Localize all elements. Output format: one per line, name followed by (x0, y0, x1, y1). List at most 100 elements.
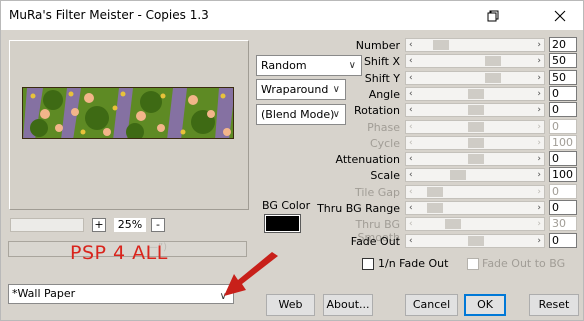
slider-label: Angle (368, 88, 400, 101)
chevron-right-icon[interactable]: › (537, 169, 541, 181)
restore-icon[interactable] (470, 1, 516, 31)
chevron-right-icon[interactable]: › (537, 153, 541, 165)
slider-thumb[interactable] (433, 40, 449, 50)
zoom-spacer (10, 218, 84, 232)
web-button[interactable]: Web (266, 294, 315, 316)
slider-track[interactable]: ‹ › (405, 152, 545, 166)
chevron-right-icon[interactable]: › (537, 72, 541, 84)
chevron-left-icon[interactable]: ‹ (409, 153, 413, 165)
slider-thumb[interactable] (485, 73, 501, 83)
slider-value-input[interactable]: 0 (549, 200, 577, 215)
slider-label: Tile Gap (354, 186, 400, 199)
chevron-left-icon[interactable]: ‹ (409, 55, 413, 67)
slider-thumb[interactable] (427, 187, 443, 197)
slider-thumb[interactable] (468, 105, 484, 115)
chevron-right-icon[interactable]: › (537, 137, 541, 149)
slider-value-input[interactable]: 100 (549, 167, 577, 182)
watermark-text: PSP 4 ALL (70, 242, 168, 264)
slider-label: Rotation (353, 104, 400, 117)
slider-thumb[interactable] (485, 56, 501, 66)
fade-bg-label: Fade Out to BG (482, 257, 566, 270)
slider-track[interactable]: ‹ › (405, 217, 545, 231)
chevron-right-icon[interactable]: › (537, 218, 541, 230)
zoom-level: 25% (114, 218, 146, 232)
slider-label: Attenuation (335, 153, 400, 166)
chevron-left-icon[interactable]: ‹ (409, 218, 413, 230)
slider-thumb[interactable] (445, 219, 461, 229)
slider-track[interactable]: ‹ › (405, 103, 545, 117)
slider-track[interactable]: ‹ › (405, 87, 545, 101)
slider-label: Shift X (363, 55, 400, 68)
slider-thumb[interactable] (468, 154, 484, 164)
slider-label: Fade Out (350, 235, 400, 248)
close-icon[interactable] (537, 1, 583, 31)
chevron-right-icon[interactable]: › (537, 186, 541, 198)
slider-thumb[interactable] (468, 89, 484, 99)
zoom-out-button[interactable]: - (151, 218, 165, 232)
chevron-left-icon[interactable]: ‹ (409, 137, 413, 149)
slider-track[interactable]: ‹ › (405, 136, 545, 150)
slider-track[interactable]: ‹ › (405, 185, 545, 199)
chevron-left-icon[interactable]: ‹ (409, 39, 413, 51)
chevron-left-icon[interactable]: ‹ (409, 121, 413, 133)
title-bar: MuRa's Filter Meister - Copies 1.3 (0, 0, 584, 30)
zoom-in-button[interactable]: + (92, 218, 106, 232)
fade-bg-checkbox[interactable] (467, 258, 479, 270)
slider-track[interactable]: ‹ › (405, 234, 545, 248)
reset-button[interactable]: Reset (529, 294, 579, 316)
chevron-right-icon[interactable]: › (537, 104, 541, 116)
slider-track[interactable]: ‹ › (405, 38, 545, 52)
cancel-button[interactable]: Cancel (405, 294, 458, 316)
chevron-left-icon[interactable]: ‹ (409, 104, 413, 116)
slider-label: Shift Y (364, 72, 400, 85)
window-title: MuRa's Filter Meister - Copies 1.3 (9, 8, 209, 22)
chevron-right-icon[interactable]: › (537, 55, 541, 67)
slider-thumb[interactable] (427, 203, 443, 213)
slider-track[interactable]: ‹ › (405, 54, 545, 68)
slider-value-input[interactable]: 30 (549, 216, 577, 231)
about-button[interactable]: About... (323, 294, 373, 316)
slider-label: Cycle (369, 137, 400, 150)
ok-button[interactable]: OK (464, 294, 506, 316)
bgcolor-label: BG Color (262, 199, 311, 212)
slider-value-input[interactable]: 0 (549, 102, 577, 117)
chevron-left-icon[interactable]: ‹ (409, 88, 413, 100)
slider-value-input[interactable]: 0 (549, 233, 577, 248)
slider-thumb[interactable] (468, 122, 484, 132)
slider-track[interactable]: ‹ › (405, 120, 545, 134)
slider-value-input[interactable]: 50 (549, 70, 577, 85)
chevron-right-icon[interactable]: › (537, 39, 541, 51)
chevron-left-icon[interactable]: ‹ (409, 235, 413, 247)
chevron-left-icon[interactable]: ‹ (409, 202, 413, 214)
slider-thumb[interactable] (468, 138, 484, 148)
slider-value-input[interactable]: 0 (549, 151, 577, 166)
slider-value-input[interactable]: 0 (549, 86, 577, 101)
slider-label: Scale (370, 169, 400, 182)
chevron-left-icon[interactable]: ‹ (409, 186, 413, 198)
chevron-left-icon[interactable]: ‹ (409, 72, 413, 84)
mode-value: Random (261, 59, 307, 72)
chevron-right-icon[interactable]: › (537, 235, 541, 247)
slider-value-input[interactable]: 20 (549, 37, 577, 52)
slider-thumb[interactable] (450, 170, 466, 180)
slider-track[interactable]: ‹ › (405, 201, 545, 215)
chevron-right-icon[interactable]: › (537, 202, 541, 214)
preset-value: *Wall Paper (12, 287, 76, 300)
slider-value-input[interactable]: 0 (549, 184, 577, 199)
slider-label: Number (355, 39, 400, 52)
slider-track[interactable]: ‹ › (405, 71, 545, 85)
slider-label: Thru BG Range (317, 202, 400, 215)
slider-value-input[interactable]: 100 (549, 135, 577, 150)
slider-track[interactable]: ‹ › (405, 168, 545, 182)
slider-value-input[interactable]: 50 (549, 53, 577, 68)
chevron-right-icon[interactable]: › (537, 121, 541, 133)
chevron-left-icon[interactable]: ‹ (409, 169, 413, 181)
chevron-right-icon[interactable]: › (537, 88, 541, 100)
slider-thumb[interactable] (468, 236, 484, 246)
bgcolor-swatch[interactable] (264, 214, 301, 233)
preview-image (22, 87, 234, 139)
preset-dropdown[interactable]: *Wall Paper ∨ (8, 284, 234, 304)
slider-value-input[interactable]: 0 (549, 119, 577, 134)
fade-1n-label: 1/n Fade Out (378, 257, 449, 270)
fade-1n-checkbox[interactable] (362, 258, 374, 270)
